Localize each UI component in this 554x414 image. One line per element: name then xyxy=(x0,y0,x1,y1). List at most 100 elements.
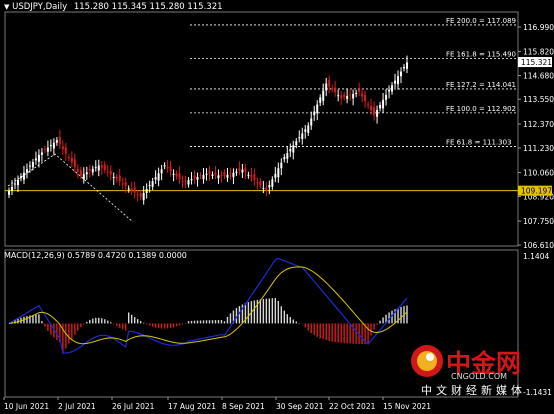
candle-body xyxy=(166,167,169,169)
candle-body xyxy=(94,167,97,169)
candle-body xyxy=(304,129,307,132)
candle-body xyxy=(400,71,403,77)
candle-body xyxy=(277,168,280,178)
candle-body xyxy=(46,147,49,152)
candle-body xyxy=(298,137,301,139)
candle-body xyxy=(100,165,103,168)
candle-body xyxy=(373,107,376,115)
mt4-chart-window[interactable]: 116.990 115.820 114.680 113.550 112.370 111.2… xyxy=(0,0,554,414)
candle-body xyxy=(322,90,325,101)
candle-body xyxy=(25,169,28,173)
candle-body xyxy=(28,165,31,167)
candle-body xyxy=(172,173,175,175)
candle-body xyxy=(181,181,184,183)
candle-body xyxy=(244,167,247,173)
price-axis-label: 116.990 xyxy=(523,23,554,32)
candle-body xyxy=(58,136,61,145)
candle-body xyxy=(406,62,408,69)
dropdown-triangle-icon[interactable]: ▼ xyxy=(4,3,9,11)
candle-body xyxy=(361,93,364,97)
candle-body xyxy=(70,158,73,163)
candle-body xyxy=(139,193,142,197)
candle-body xyxy=(388,89,391,92)
candle-body xyxy=(22,172,25,180)
candle-body xyxy=(184,180,187,182)
candle-body xyxy=(40,152,43,155)
candle-body xyxy=(403,67,406,69)
candle-body xyxy=(283,157,286,160)
date-axis-label: 10 Jun 2021 xyxy=(4,402,49,411)
candle-body xyxy=(16,179,19,186)
candle-body xyxy=(136,194,139,196)
candle-body xyxy=(220,175,223,177)
candle-body xyxy=(43,149,46,151)
candle-body xyxy=(34,158,37,161)
candle-body xyxy=(334,87,337,93)
candle-body xyxy=(325,83,328,91)
candle-body xyxy=(262,187,265,189)
candle-body xyxy=(202,174,205,180)
candle-body xyxy=(88,169,91,171)
fibo-level-label: FE 100.0 = 112.902 xyxy=(446,105,516,113)
candle-body xyxy=(241,169,244,173)
candle-body xyxy=(37,154,40,162)
current-price-tag-label: 115.321 xyxy=(521,58,552,67)
watermark-logo-dot xyxy=(426,353,434,361)
candle-body xyxy=(190,179,193,181)
candle-body xyxy=(10,187,13,191)
candle-body xyxy=(226,174,229,178)
macd-scale-top: 1.1404 xyxy=(523,252,549,261)
candle-body xyxy=(256,181,259,183)
fibo-level-label: FE 127.2 = 114.041 xyxy=(446,81,516,89)
candle-body xyxy=(49,145,52,147)
candle-body xyxy=(118,175,121,182)
chart-header: ▼ USDJPY,Daily 115.280 115.345 115.280 1… xyxy=(4,2,223,12)
price-axis-label: 107.750 xyxy=(523,217,554,226)
candle-body xyxy=(106,171,109,173)
candle-body xyxy=(76,168,79,172)
candle-body xyxy=(349,94,352,96)
candle-body xyxy=(109,170,112,175)
candle-body xyxy=(289,149,292,152)
watermark-url: CNGOLD.COM xyxy=(451,372,508,381)
candle-body xyxy=(142,192,145,201)
candle-body xyxy=(193,175,196,179)
date-axis-label: 30 Sep 2021 xyxy=(276,402,324,411)
candle-body xyxy=(19,176,22,179)
candle-body xyxy=(253,174,256,181)
candle-body xyxy=(382,99,385,109)
candle-body xyxy=(112,176,115,179)
candle-body xyxy=(385,94,388,100)
hline-price-tag-label: 109.197 xyxy=(521,187,552,196)
candle-body xyxy=(199,175,202,177)
price-axis-label: 114.680 xyxy=(523,72,554,81)
candle-body xyxy=(169,166,172,172)
candle-body xyxy=(319,97,322,103)
candle-body xyxy=(217,175,220,179)
fibo-level-label: FE 61.8 = 111.303 xyxy=(446,138,512,146)
candle-body xyxy=(55,140,58,143)
price-axis-label: 112.370 xyxy=(523,120,554,129)
candle-body xyxy=(394,80,397,84)
candle-body xyxy=(229,173,232,175)
candle-body xyxy=(154,177,157,180)
main-pane-border xyxy=(4,11,519,247)
candle-body xyxy=(13,183,16,185)
price-axis-label: 115.820 xyxy=(523,48,554,57)
candle-body xyxy=(301,133,304,139)
date-axis-label: 8 Sep 2021 xyxy=(222,402,265,411)
ohlc-values: 115.280 115.345 115.280 115.321 xyxy=(73,2,223,12)
candle-body xyxy=(358,89,361,92)
candle-body xyxy=(145,189,148,193)
candle-body xyxy=(151,181,154,187)
candle-body xyxy=(316,104,319,114)
candle-body xyxy=(127,188,130,190)
candle-body xyxy=(286,153,289,159)
candle-body xyxy=(157,173,160,181)
candle-body xyxy=(148,185,151,187)
candle-body xyxy=(331,88,334,90)
candle-body xyxy=(352,93,355,99)
candle-body xyxy=(247,174,250,176)
candle-body xyxy=(61,146,64,150)
candle-body xyxy=(235,171,238,173)
